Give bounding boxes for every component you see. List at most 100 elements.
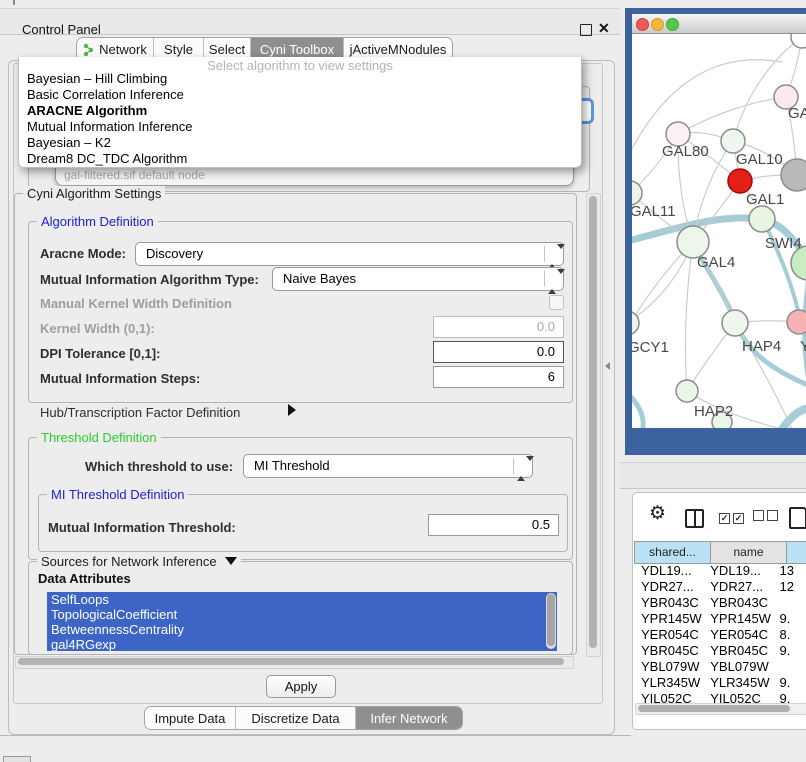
network-node[interactable] (676, 380, 698, 402)
node-label: GCY1 (632, 339, 669, 356)
network-canvas[interactable]: GALGAL80GAL10GAL1GAL11SWI4GAL4GCY1HAP4YH… (632, 34, 806, 428)
horizontal-scrollbar[interactable] (15, 656, 574, 669)
table-row[interactable]: YBR043CYBR043C (634, 595, 806, 611)
select-all-icon[interactable]: ✓✓ (719, 509, 744, 524)
table-row[interactable]: YBR045CYBR045C9. (634, 643, 806, 659)
collapse-down-icon[interactable] (225, 557, 237, 565)
network-node[interactable] (728, 169, 752, 193)
network-edge[interactable] (685, 242, 693, 391)
network-window-titlebar[interactable] (632, 14, 806, 34)
expand-right-icon[interactable] (288, 404, 296, 416)
mi-threshold-field[interactable]: 0.5 (428, 514, 559, 536)
attribute-item[interactable]: gal4RGexp (47, 637, 557, 651)
vertical-scrollbar-thumb[interactable] (589, 196, 597, 648)
which-threshold-combobox[interactable]: MI Threshold (243, 454, 533, 478)
table-cell: 9. (773, 643, 806, 659)
table-cell: YER054C (703, 627, 772, 643)
spinner-arrows-icon[interactable] (544, 246, 560, 262)
network-node[interactable] (781, 159, 806, 191)
network-node[interactable] (791, 34, 806, 48)
apply-button[interactable]: Apply (266, 675, 336, 698)
tab-discretize-data[interactable]: Discretize Data (236, 707, 356, 729)
network-node[interactable] (721, 129, 745, 153)
deselect-all-icon[interactable] (753, 509, 778, 524)
mi-steps-field[interactable]: 6 (433, 366, 564, 388)
gear-icon[interactable]: ⚙ (649, 502, 666, 525)
aracne-mode-combobox[interactable]: Discovery (135, 242, 564, 266)
table-scrollbar-thumb[interactable] (638, 705, 790, 712)
table-cell: YBR045C (634, 643, 703, 659)
algorithm-option[interactable]: Dream8 DC_TDC Algorithm (19, 151, 581, 167)
group-title: MI Threshold Definition (47, 487, 188, 502)
manual-kernel-checkbox[interactable] (549, 295, 564, 310)
splitpane-resize-icon[interactable] (605, 362, 610, 370)
zoom-traffic-light-icon[interactable] (666, 18, 679, 31)
algorithm-option[interactable]: Basic Correlation Inference (19, 87, 581, 103)
table-cell: YIL052C (634, 691, 703, 703)
close-icon[interactable]: ✕ (598, 20, 610, 37)
kernel-width-field[interactable]: 0.0 (433, 316, 564, 338)
vertical-scrollbar[interactable] (586, 193, 601, 657)
network-node[interactable] (722, 310, 748, 336)
dpi-tolerance-field[interactable]: 0.0 (433, 341, 564, 363)
table-cell: YIL052C (703, 691, 772, 703)
column-header[interactable]: shared... (634, 541, 710, 564)
network-node[interactable] (749, 206, 775, 232)
tab-impute-data[interactable]: Impute Data (145, 707, 236, 729)
data-attributes-label: Data Attributes (38, 571, 131, 586)
node-label: GAL4 (697, 254, 735, 271)
tab-label: Network (99, 42, 147, 57)
table-cell: 9. (773, 691, 806, 703)
table-panel-titlebar: Table Panel (620, 462, 806, 489)
list-scrollbar-thumb[interactable] (547, 594, 555, 646)
network-node[interactable] (787, 310, 806, 334)
column-header[interactable]: name (710, 541, 786, 564)
tab-infer-network[interactable]: Infer Network (356, 707, 462, 729)
collapsed-panel-icon[interactable] (3, 756, 31, 762)
attribute-item[interactable]: SelfLoops (47, 592, 557, 607)
spinner-arrows-icon[interactable] (544, 271, 560, 287)
column-header[interactable] (786, 541, 806, 564)
document-icon[interactable] (789, 507, 806, 529)
mi-algorithm-type-combobox[interactable]: Naive Bayes (272, 267, 564, 291)
table-cell: 8. (773, 627, 806, 643)
algorithm-option[interactable]: Bayesian – Hill Climbing (19, 71, 581, 87)
table-row[interactable]: YER054CYER054C8. (634, 627, 806, 643)
attribute-item[interactable]: TopologicalCoefficient (47, 607, 557, 622)
kernel-width-label: Kernel Width (0,1): (40, 321, 155, 336)
table-cell: YBL079W (634, 659, 703, 675)
table-horizontal-scrollbar[interactable] (635, 703, 806, 715)
table-cell: YDR27... (634, 579, 703, 595)
tab-label: Select (209, 42, 245, 57)
close-traffic-light-icon[interactable] (636, 18, 649, 31)
cyni-mode-tabs: Impute Data Discretize Data Infer Networ… (144, 706, 463, 730)
node-label: GAL10 (736, 151, 783, 168)
split-columns-icon[interactable] (685, 509, 704, 528)
minimize-traffic-light-icon[interactable] (651, 18, 664, 31)
table-panel: ⚙ ✓✓ shared...name YDL19...YDL19...13YDR… (632, 492, 806, 730)
attribute-item[interactable]: BetweennessCentrality (47, 622, 557, 637)
algorithm-option[interactable]: ARACNE Algorithm (19, 103, 581, 119)
network-window: GALGAL80GAL10GAL1GAL11SWI4GAL4GCY1HAP4YH… (632, 14, 806, 428)
control-panel-title: Control Panel (22, 22, 101, 37)
algorithm-option[interactable]: Mutual Information Inference (19, 119, 581, 135)
algorithm-option[interactable]: Bayesian – K2 (19, 135, 581, 151)
table-row[interactable]: YPR145WYPR145W9. (634, 611, 806, 627)
network-icon (83, 43, 94, 56)
tab-label: Cyni Toolbox (260, 42, 334, 57)
table-header-row: shared...name (634, 541, 806, 564)
tab-label: Style (164, 42, 193, 57)
table-cell: YDL19... (634, 563, 703, 579)
table-row[interactable]: YLR345WYLR345W9. (634, 675, 806, 691)
network-edge[interactable] (632, 390, 643, 428)
table-cell: 9. (773, 675, 806, 691)
table-row[interactable]: YDR27...YDR27...12 (634, 579, 806, 595)
float-window-icon[interactable] (580, 24, 592, 36)
horizontal-scrollbar-thumb[interactable] (18, 658, 564, 665)
table-row[interactable]: YDL19...YDL19...13 (634, 563, 806, 579)
algorithm-dropdown-popup: Select algorithm to view settings Bayesi… (18, 57, 582, 168)
spinner-arrows-icon[interactable] (513, 458, 529, 474)
table-rows: YDL19...YDL19...13YDR27...YDR27...12YBR0… (634, 563, 806, 703)
table-row[interactable]: YIL052CYIL052C9. (634, 691, 806, 703)
table-row[interactable]: YBL079WYBL079W (634, 659, 806, 675)
